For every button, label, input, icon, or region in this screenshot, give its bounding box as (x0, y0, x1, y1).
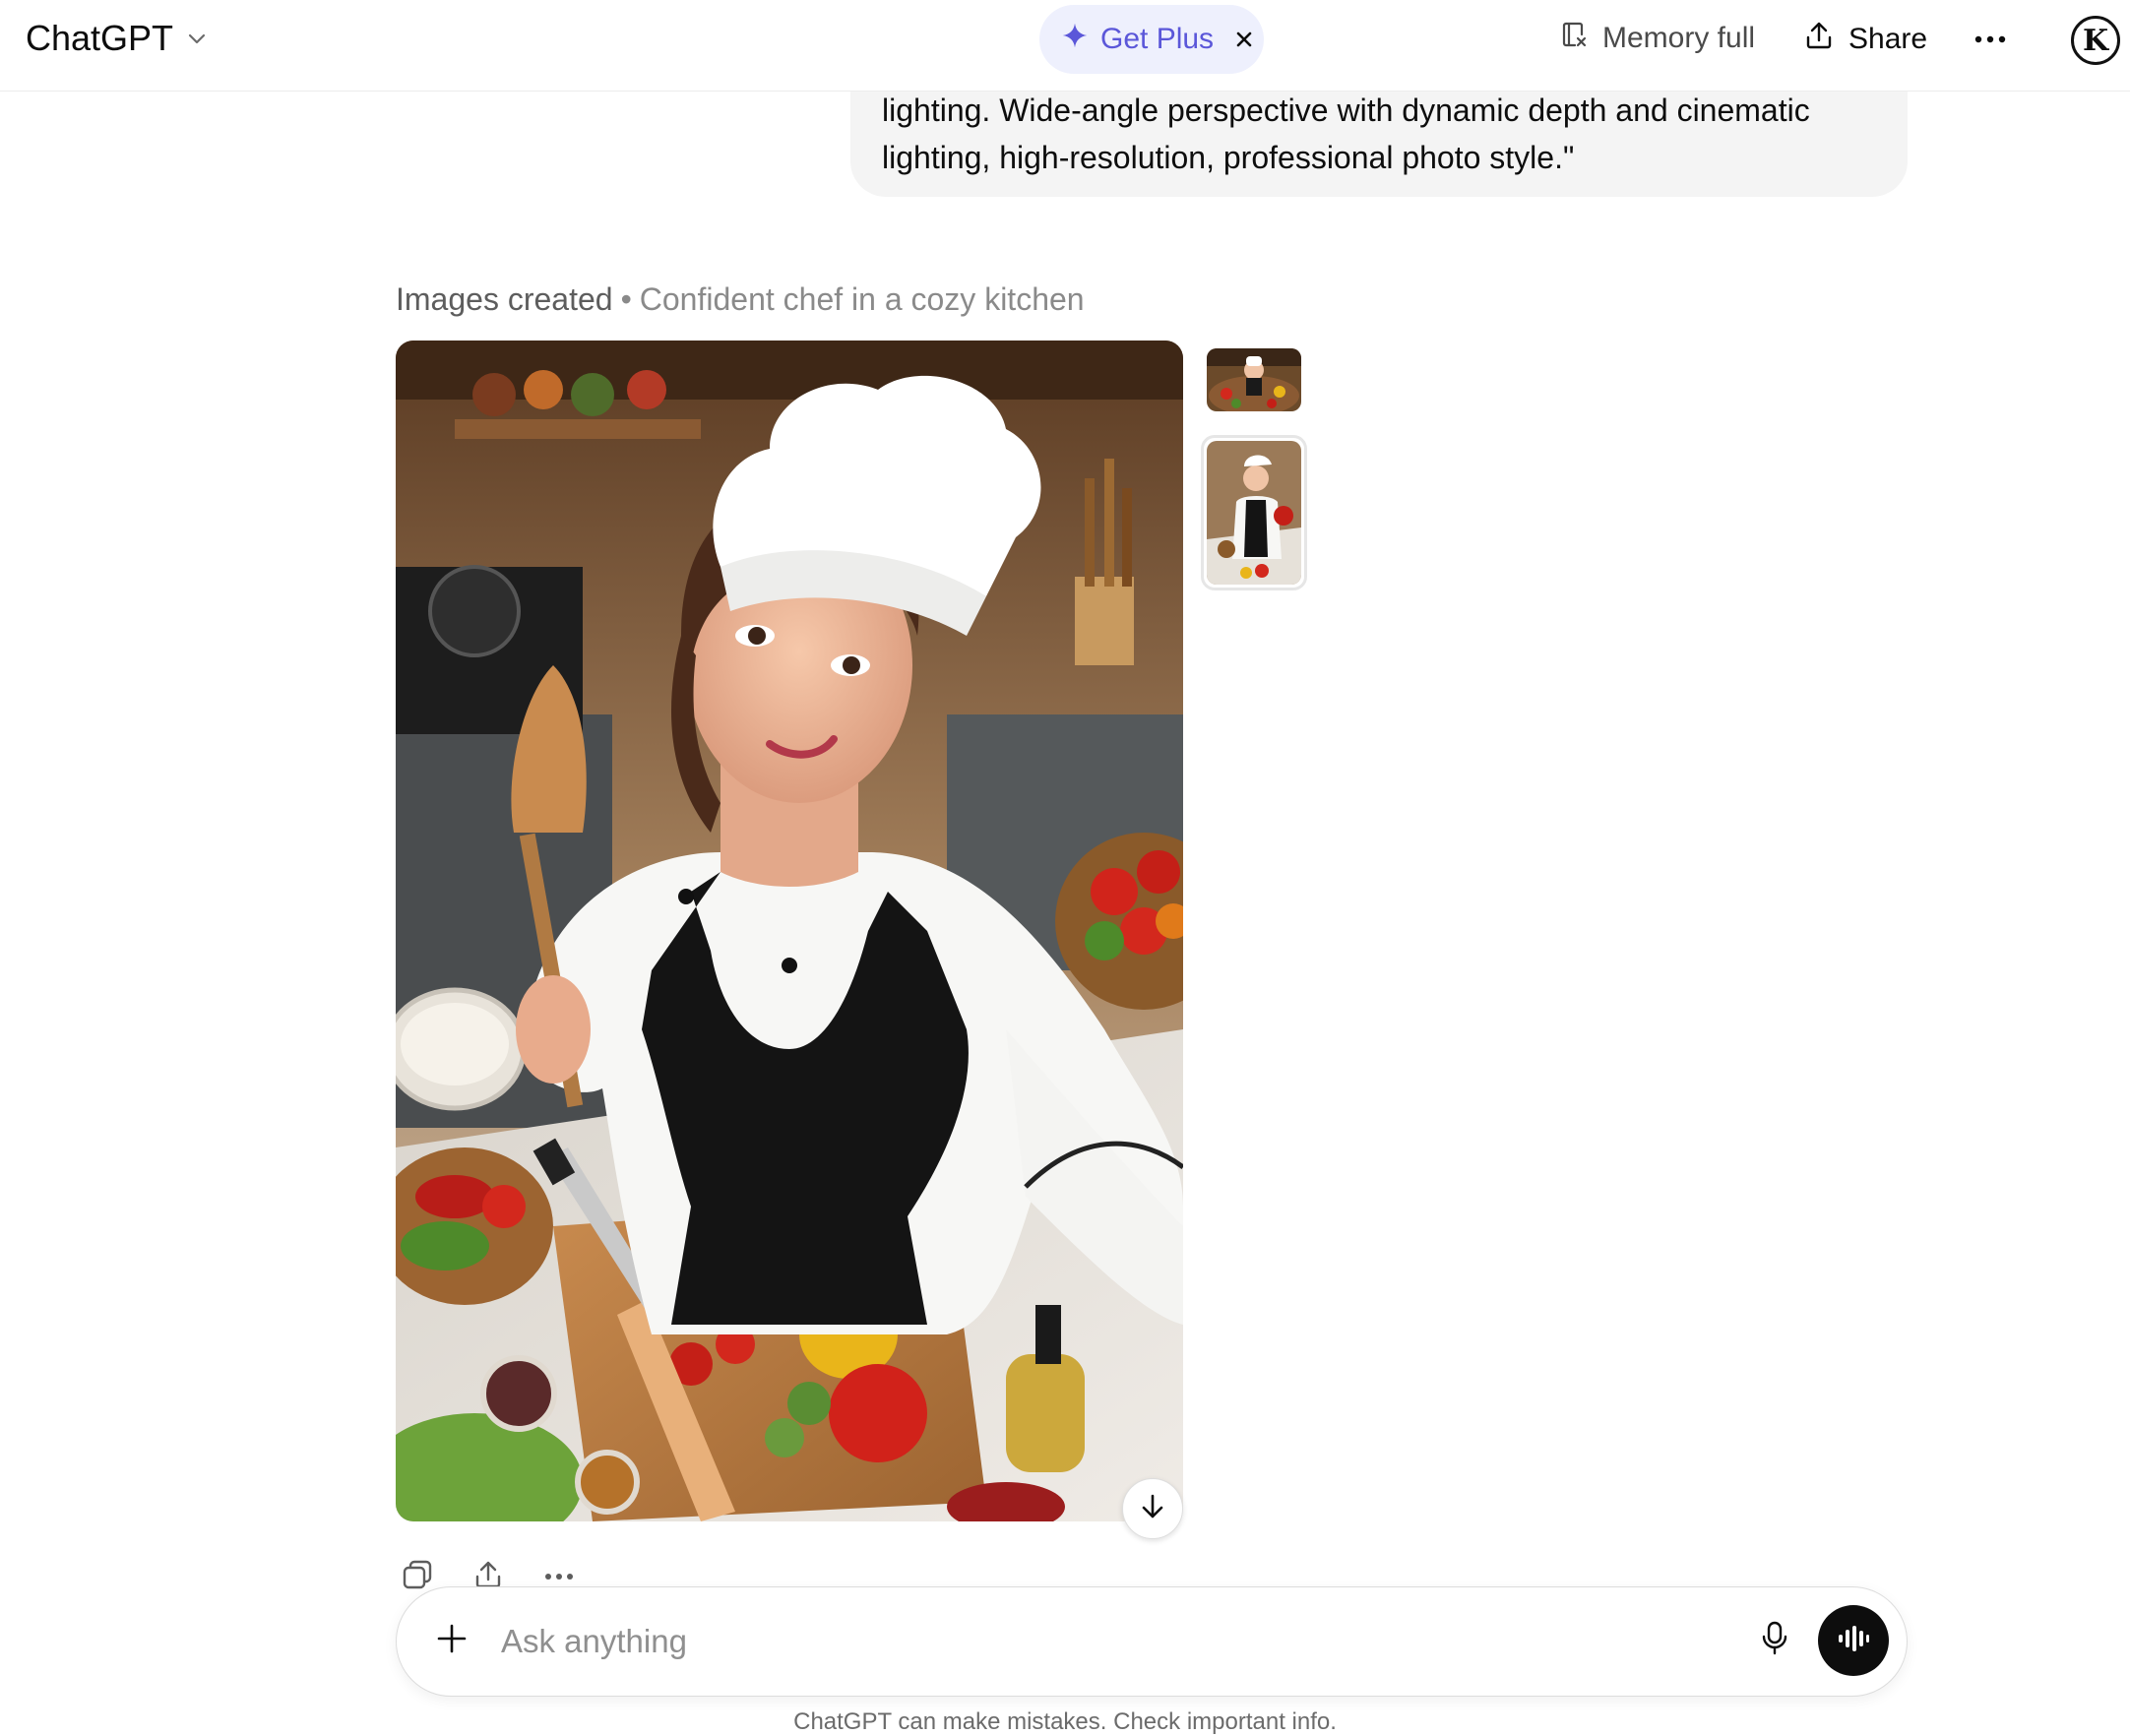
images-status: Images created (396, 281, 613, 317)
avatar-letter: K (2082, 23, 2109, 58)
user-message-line: lighting, high-resolution, professional … (882, 140, 1575, 175)
top-bar: ChatGPT Get Plus Memory full Share K (0, 0, 2130, 92)
close-icon[interactable] (1235, 31, 1253, 48)
generated-image[interactable] (396, 341, 1183, 1521)
voice-mode-icon (1837, 1624, 1870, 1658)
get-plus-button[interactable]: Get Plus (1039, 5, 1264, 74)
avatar[interactable]: K (2071, 16, 2120, 65)
more-icon (1974, 31, 2006, 48)
plus-icon (436, 1623, 468, 1659)
sparkle-icon (1061, 22, 1089, 57)
more-options-button[interactable] (1971, 22, 2010, 57)
mic-icon (1760, 1621, 1789, 1661)
memory-icon (1559, 20, 1589, 57)
model-selector[interactable]: ChatGPT (26, 18, 209, 59)
dictate-button[interactable] (1753, 1619, 1796, 1662)
images-subtitle: Confident chef in a cozy kitchen (639, 281, 1085, 317)
download-icon (1138, 1492, 1167, 1526)
images-caption: Images created • Confident chef in a cozy … (396, 281, 1085, 318)
prompt-input[interactable] (499, 1615, 1645, 1668)
caption-separator: • (620, 281, 632, 317)
share-button[interactable]: Share (1803, 20, 1927, 59)
image-thumbnail-selected[interactable] (1201, 435, 1307, 590)
user-message-line: lighting. Wide-angle perspective with dy… (882, 93, 1810, 128)
share-icon (1803, 20, 1835, 59)
memory-status[interactable]: Memory full (1559, 20, 1755, 57)
voice-mode-button[interactable] (1818, 1605, 1889, 1676)
get-plus-label: Get Plus (1100, 23, 1215, 55)
disclaimer: ChatGPT can make mistakes. Check importa… (793, 1708, 1337, 1735)
attach-button[interactable] (432, 1621, 471, 1660)
chevron-down-icon (185, 18, 209, 59)
share-label: Share (1848, 23, 1928, 55)
more-icon (544, 1568, 574, 1585)
memory-label: Memory full (1602, 22, 1756, 54)
composer (396, 1586, 1908, 1697)
app-title: ChatGPT (26, 18, 174, 58)
download-button[interactable] (1122, 1478, 1183, 1539)
image-thumbnail[interactable] (1207, 348, 1301, 411)
